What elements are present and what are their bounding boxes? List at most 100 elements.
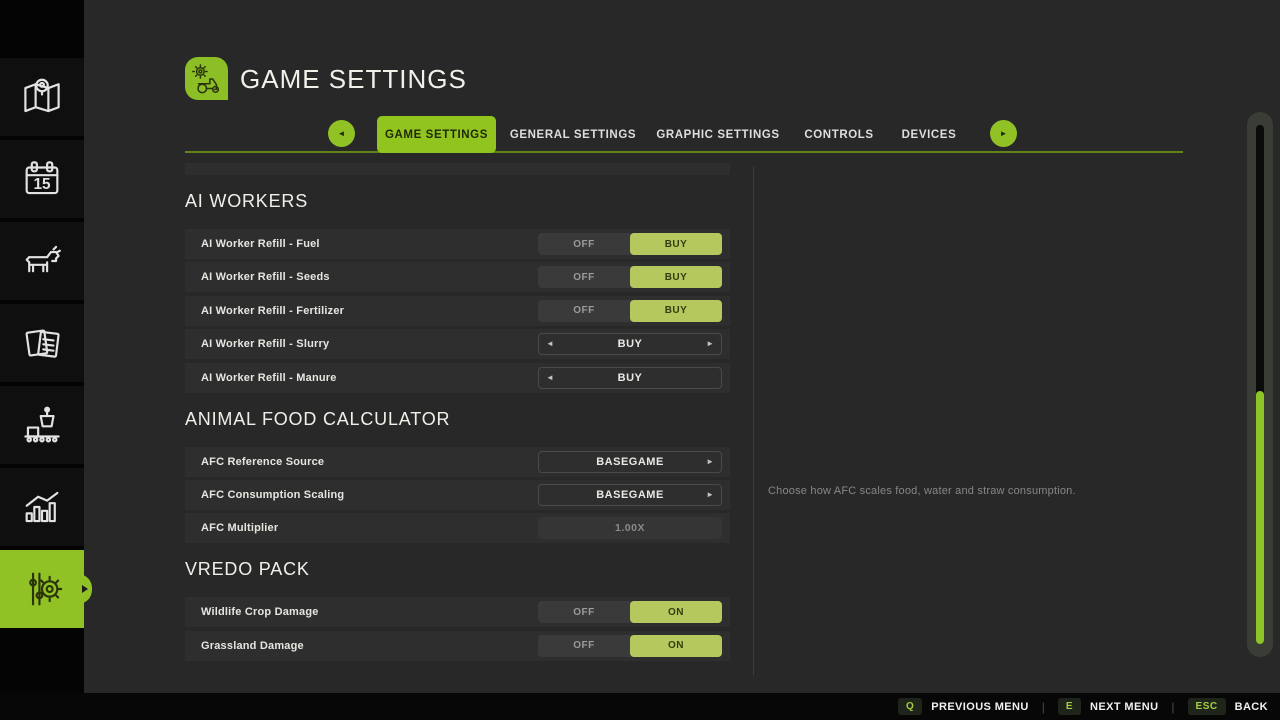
toggle-option-off[interactable]: OFF — [538, 300, 630, 322]
row-ai-worker-refill-manure: AI Worker Refill - Manure ◄ BUY ► — [185, 363, 730, 393]
toggle-option-off[interactable]: OFF — [538, 233, 630, 255]
prev-option-arrow[interactable]: ◄ — [546, 374, 554, 382]
toggle-wildlife-crop-damage: OFF ON — [538, 601, 722, 623]
tab-game-settings[interactable]: GAME SETTINGS — [377, 116, 496, 153]
setting-label: AFC Consumption Scaling — [201, 489, 344, 501]
keycap-q: Q — [898, 698, 922, 715]
page-title: GAME SETTINGS — [240, 57, 467, 100]
tab-graphic-settings[interactable]: GRAPHIC SETTINGS — [656, 116, 779, 153]
setting-hint-text: Choose how AFC scales food, water and st… — [768, 485, 1238, 497]
toggle-ai-worker-refill-seeds: OFF BUY — [538, 266, 722, 288]
setting-label: AI Worker Refill - Seeds — [201, 271, 330, 283]
chevron-left-icon: ◄ — [338, 129, 346, 138]
row-wildlife-crop-damage: Wildlife Crop Damage OFF ON — [185, 597, 730, 627]
tab-devices[interactable]: DEVICES — [902, 116, 957, 153]
selector-value: BASEGAME — [596, 456, 664, 468]
setting-label: AI Worker Refill - Slurry — [201, 338, 329, 350]
toggle-option-on[interactable]: ON — [630, 601, 722, 623]
production-icon — [19, 402, 65, 448]
calendar-icon: 15 — [19, 156, 65, 202]
tab-controls[interactable]: CONTROLS — [804, 116, 873, 153]
setting-label: AI Worker Refill - Manure — [201, 372, 337, 384]
gear-tractor-icon — [190, 62, 224, 96]
setting-label: AFC Reference Source — [201, 456, 324, 468]
map-icon — [19, 74, 65, 120]
next-option-arrow[interactable]: ► — [706, 340, 714, 348]
next-option-arrow[interactable]: ► — [706, 491, 714, 499]
shortcut-label: BACK — [1235, 701, 1268, 713]
sidebar: 15 — [0, 0, 84, 693]
row-afc-consumption-scaling: AFC Consumption Scaling ◄ BASEGAME ► — [185, 480, 730, 510]
toggle-ai-worker-refill-fuel: OFF BUY — [538, 233, 722, 255]
sidebar-item-map[interactable] — [0, 58, 84, 136]
selector-value: BASEGAME — [596, 489, 664, 501]
toggle-option-off[interactable]: OFF — [538, 601, 630, 623]
next-option-arrow[interactable]: ► — [706, 458, 714, 466]
scrollbar — [1247, 112, 1273, 657]
row-afc-reference-source: AFC Reference Source ◄ BASEGAME ► — [185, 447, 730, 477]
panel-divider — [753, 166, 754, 675]
tabs-scroll-left-button[interactable]: ◄ — [328, 120, 355, 147]
sidebar-item-settings[interactable] — [0, 550, 84, 628]
scrollbar-track[interactable] — [1256, 125, 1264, 644]
setting-label: Grassland Damage — [201, 640, 304, 652]
row-ai-worker-refill-fuel: AI Worker Refill - Fuel OFF BUY — [185, 229, 730, 259]
keycap-e: E — [1058, 698, 1081, 715]
tabs-scroll-right-button[interactable]: ► — [990, 120, 1017, 147]
setting-label: Wildlife Crop Damage — [201, 606, 319, 618]
section-title-ai-workers: AI WORKERS — [185, 192, 730, 210]
toggle-option-buy[interactable]: BUY — [630, 233, 722, 255]
row-ai-worker-refill-seeds: AI Worker Refill - Seeds OFF BUY — [185, 262, 730, 292]
sidebar-item-finances[interactable] — [0, 304, 84, 382]
selector-afc-reference-source: ◄ BASEGAME ► — [538, 451, 722, 473]
toggle-option-off[interactable]: OFF — [538, 635, 630, 657]
section-title-animal-food-calculator: ANIMAL FOOD CALCULATOR — [185, 410, 730, 428]
shortcut-label: PREVIOUS MENU — [931, 701, 1029, 713]
setting-label: AI Worker Refill - Fertilizer — [201, 305, 344, 317]
toggle-option-buy[interactable]: BUY — [630, 300, 722, 322]
row-ai-worker-refill-slurry: AI Worker Refill - Slurry ◄ BUY ► — [185, 329, 730, 359]
sidebar-item-animals[interactable] — [0, 222, 84, 300]
row-afc-multiplier: AFC Multiplier 1.00X — [185, 513, 730, 543]
setting-label: AFC Multiplier — [201, 522, 278, 534]
prev-option-arrow[interactable]: ◄ — [546, 340, 554, 348]
setting-label: AI Worker Refill - Fuel — [201, 238, 320, 250]
shortcut-next-menu[interactable]: E NEXT MENU — [1058, 698, 1159, 715]
disabled-value: 1.00X — [615, 522, 645, 534]
footer-separator: | — [1171, 700, 1174, 714]
sidebar-item-production[interactable] — [0, 386, 84, 464]
selector-afc-consumption-scaling: ◄ BASEGAME ► — [538, 484, 722, 506]
selector-value: BUY — [618, 372, 643, 384]
game-settings-app-icon — [185, 57, 228, 100]
shortcut-label: NEXT MENU — [1090, 701, 1158, 713]
chevron-right-icon: ► — [1000, 129, 1008, 138]
sidebar-item-calendar[interactable]: 15 — [0, 140, 84, 218]
shortcut-back[interactable]: ESC BACK — [1188, 698, 1268, 715]
row-ai-worker-refill-fertilizer: AI Worker Refill - Fertilizer OFF BUY — [185, 296, 730, 326]
section-title-vredo-pack: VREDO PACK — [185, 560, 730, 578]
selector-ai-worker-refill-manure: ◄ BUY ► — [538, 367, 722, 389]
keycap-esc: ESC — [1188, 698, 1226, 715]
clipped-scrolled-row — [185, 163, 730, 175]
statistics-icon — [19, 484, 65, 530]
footer-separator: | — [1042, 700, 1045, 714]
tab-general-settings[interactable]: GENERAL SETTINGS — [510, 116, 636, 153]
toggle-ai-worker-refill-fertilizer: OFF BUY — [538, 300, 722, 322]
row-grassland-damage: Grassland Damage OFF ON — [185, 631, 730, 661]
documents-icon — [19, 320, 65, 366]
toggle-option-on[interactable]: ON — [630, 635, 722, 657]
scrollbar-thumb[interactable] — [1256, 391, 1264, 644]
settings-list: AI WORKERS AI Worker Refill - Fuel OFF B… — [185, 163, 730, 664]
footer-shortcuts-bar: Q PREVIOUS MENU | E NEXT MENU | ESC BACK — [0, 693, 1280, 720]
selector-value: BUY — [618, 338, 643, 350]
toggle-grassland-damage: OFF ON — [538, 635, 722, 657]
cow-icon — [19, 238, 65, 284]
toggle-option-off[interactable]: OFF — [538, 266, 630, 288]
sidebar-item-statistics[interactable] — [0, 468, 84, 546]
shortcut-previous-menu[interactable]: Q PREVIOUS MENU — [898, 698, 1029, 715]
toggle-option-buy[interactable]: BUY — [630, 266, 722, 288]
svg-text:15: 15 — [33, 176, 51, 193]
settings-icon — [19, 566, 65, 612]
afc-multiplier-value-box: 1.00X — [538, 517, 722, 539]
active-item-arrow — [82, 585, 88, 593]
